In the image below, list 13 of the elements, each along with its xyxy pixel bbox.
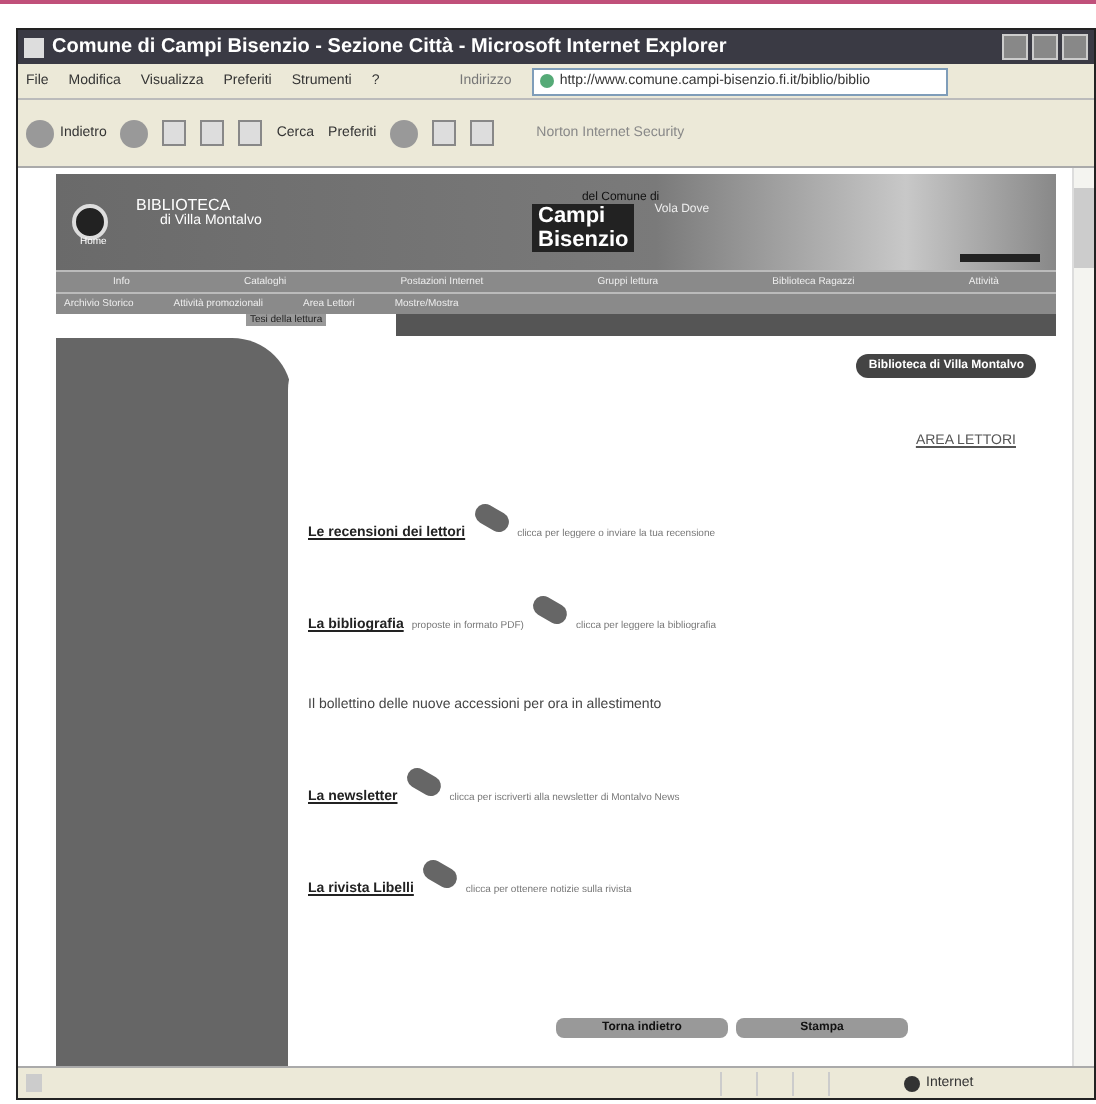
city-name: Bisenzio bbox=[538, 228, 629, 252]
window-title: Comune di Campi Bisenzio - Sezione Città - Microsoft Internet Explorer bbox=[52, 36, 729, 58]
ie-icon bbox=[24, 37, 44, 57]
city-name: Campi bbox=[538, 204, 608, 228]
minimize-button[interactable] bbox=[1002, 34, 1028, 60]
close-button[interactable] bbox=[1062, 34, 1088, 60]
page-icon bbox=[26, 1074, 42, 1092]
round-logo bbox=[72, 204, 108, 240]
globe-icon bbox=[904, 1075, 920, 1091]
library-title: BIBLIOTECA bbox=[136, 196, 231, 214]
scrollbar[interactable] bbox=[1072, 168, 1094, 1066]
maximize-button[interactable] bbox=[1032, 34, 1058, 60]
page-icon bbox=[539, 74, 554, 88]
